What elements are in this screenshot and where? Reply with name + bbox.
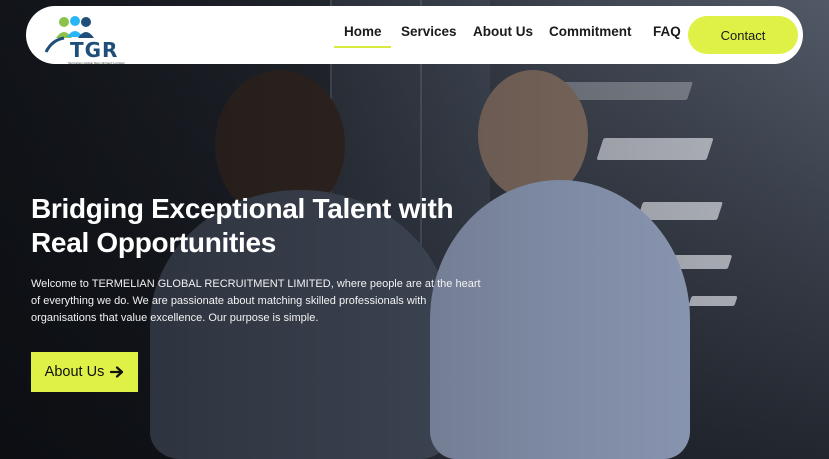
nav-faq[interactable]: FAQ (653, 24, 681, 39)
nav-commitment[interactable]: Commitment (549, 24, 632, 39)
hero-intro: Welcome to TERMELIAN GLOBAL RECRUITMENT … (31, 278, 481, 324)
about-us-button[interactable]: About Us (31, 352, 138, 392)
nav-home[interactable]: Home (344, 24, 382, 39)
about-us-label: About Us (44, 364, 105, 380)
nav-about-us[interactable]: About Us (473, 24, 533, 39)
nav-active-underline (334, 46, 391, 48)
top-navbar: TGR Termelian Global Recruitment Limited… (26, 6, 803, 65)
company-logo[interactable]: TGR Termelian Global Recruitment Limited (42, 12, 125, 65)
contact-button[interactable]: Contact (688, 16, 798, 54)
logo-text: TGR (70, 38, 119, 62)
nav-services[interactable]: Services (401, 24, 457, 39)
logo-tagline: Termelian Global Recruitment Limited (68, 61, 125, 65)
arrow-right-icon (110, 366, 124, 378)
hero-headline: Bridging Exceptional Talent with Real Op… (31, 193, 454, 258)
